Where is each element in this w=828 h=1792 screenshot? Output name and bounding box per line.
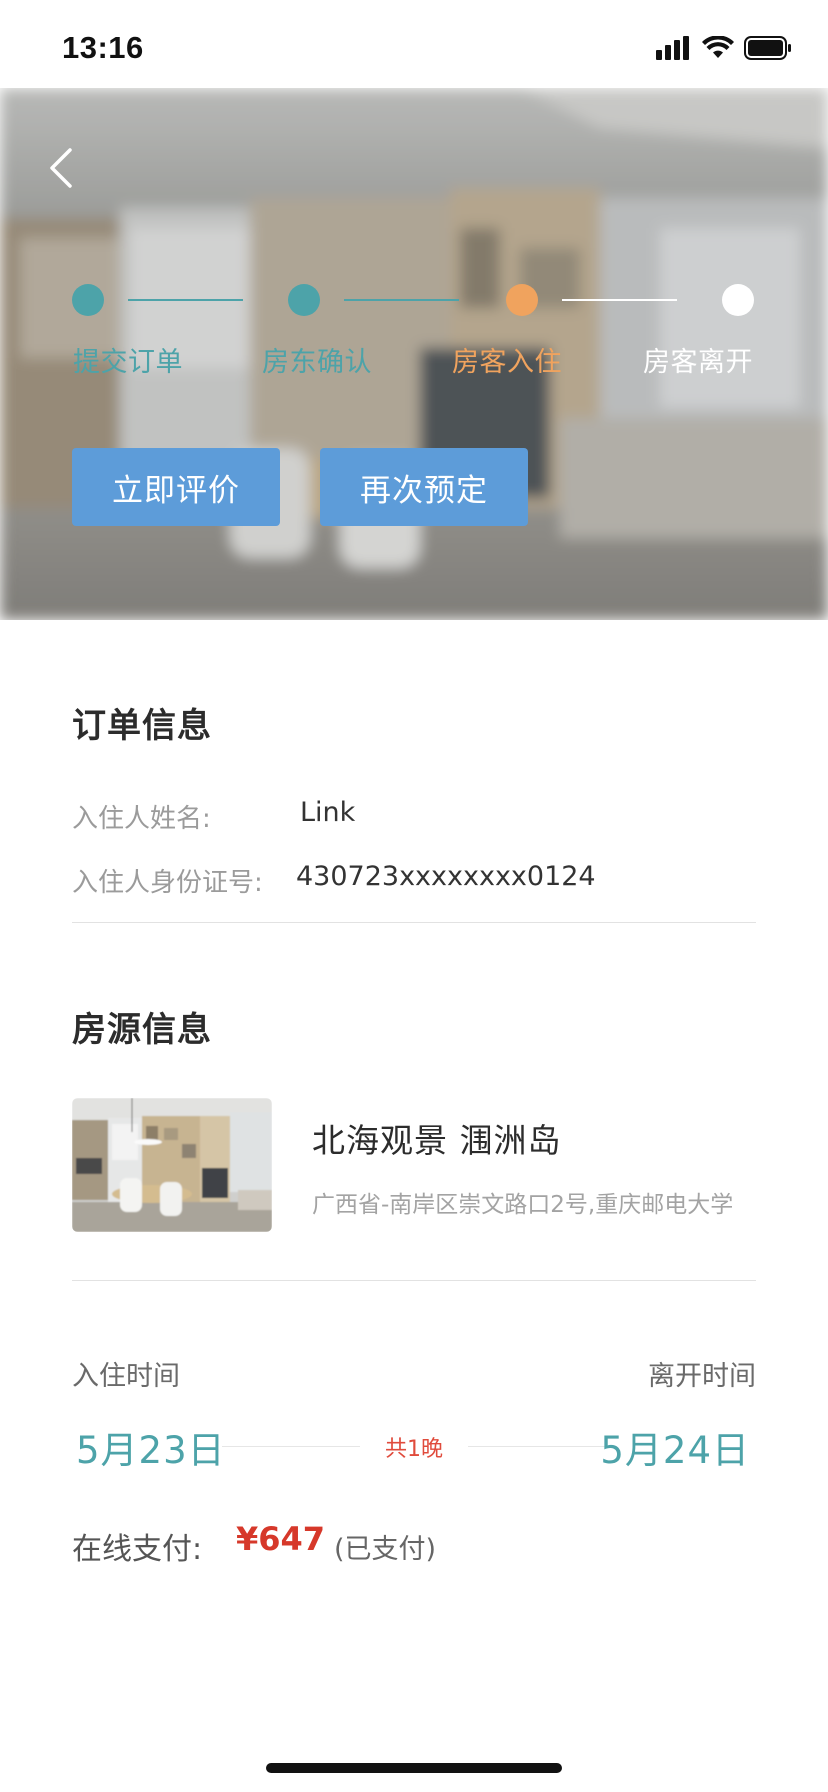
step-label-check-in: 房客入住 [452,347,562,378]
step-label-submit: 提交订单 [73,347,183,378]
guest-name-label: 入住人姓名: [72,804,211,834]
battery-icon [744,36,791,60]
guest-id-label: 入住人身份证号: [72,868,263,898]
book-again-button[interactable]: 再次预定 [320,448,528,526]
guest-id-value: 430723xxxxxxxx0124 [296,861,596,892]
step-connector [562,299,677,301]
wifi-icon [702,36,734,58]
payment-label: 在线支付: [72,1532,203,1567]
hero-banner: 提交订单 房东确认 房客入住 房客离开 立即评价 再次预定 [0,88,828,620]
cellular-signal-icon [656,36,689,60]
property-thumbnail[interactable] [72,1098,272,1232]
home-indicator[interactable] [266,1763,562,1773]
step-connector [128,299,243,301]
checkin-date: 5月23日 [76,1429,226,1472]
status-icons [656,34,792,62]
step-dot-landlord-confirm [288,284,320,316]
status-bar: 13:16 [0,0,828,88]
property-photo [72,1098,272,1232]
back-chevron-icon[interactable] [42,138,82,198]
property-address: 广西省-南岸区崇文路口2号,重庆邮电大学 [312,1192,734,1218]
checkin-label: 入住时间 [72,1361,180,1392]
payment-amount: ¥647 [236,1520,326,1558]
step-connector [344,299,459,301]
divider [72,1280,756,1281]
nights-count: 共1晚 [385,1437,443,1462]
property-info-title: 房源信息 [72,1010,212,1050]
order-info-title: 订单信息 [72,706,212,746]
checkout-label: 离开时间 [648,1361,756,1392]
review-now-button[interactable]: 立即评价 [72,448,280,526]
status-time: 13:16 [62,30,144,65]
step-label-landlord-confirm: 房东确认 [262,347,372,378]
property-name[interactable]: 北海观景 涠洲岛 [312,1114,562,1162]
checkout-date: 5月24日 [600,1429,750,1472]
step-dot-check-out [722,284,754,316]
divider [72,922,756,923]
date-connector-left [222,1446,360,1447]
step-dot-submit [72,284,104,316]
guest-name-value: Link [300,797,356,828]
payment-status: (已支付) [334,1534,437,1565]
date-connector-right [468,1446,606,1447]
step-label-check-out: 房客离开 [643,347,753,378]
step-dot-check-in [506,284,538,316]
